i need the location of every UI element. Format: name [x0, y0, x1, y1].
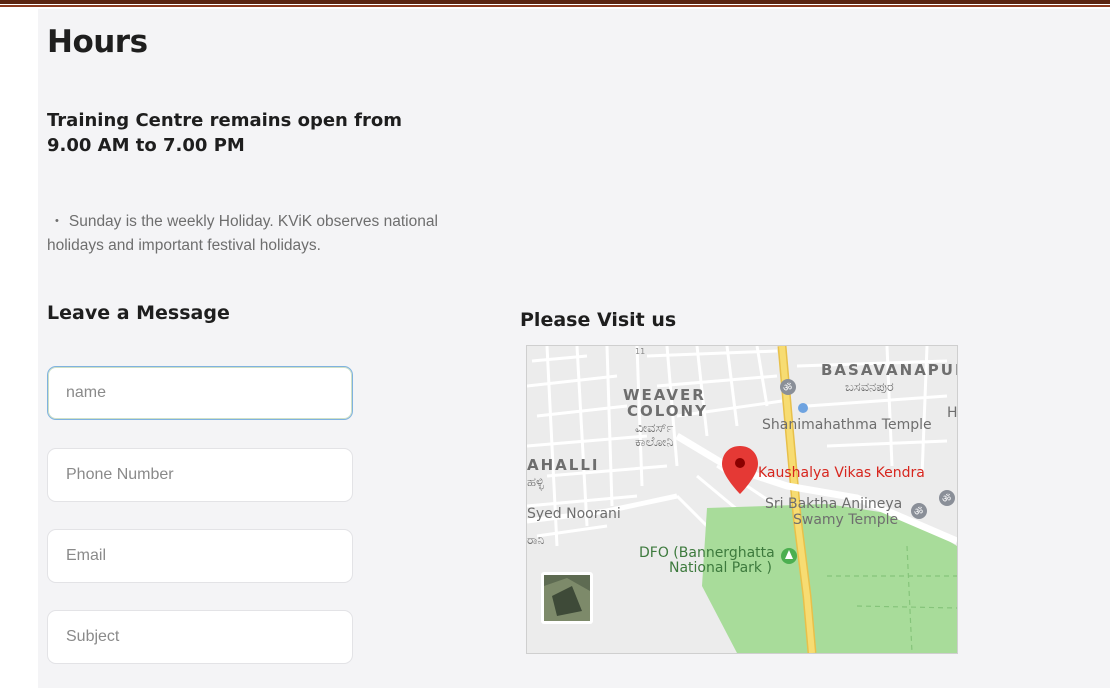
- opening-hours-line1: Training Centre remains open from: [47, 110, 402, 131]
- bullet-icon: •: [55, 215, 59, 227]
- basavanapura-kannada-label: ಬಸವನಪುರ: [845, 380, 894, 395]
- leave-message-title: Leave a Message: [47, 302, 230, 324]
- phone-input[interactable]: [47, 448, 353, 502]
- halli-kannada-label: ಹಳ್ಳಿ: [527, 475, 544, 490]
- satellite-toggle-button[interactable]: [541, 572, 593, 624]
- temple-pin-icon-2[interactable]: ॐ: [939, 490, 955, 506]
- anjineya-pin-icon[interactable]: ॐ: [911, 503, 927, 519]
- temple-label: Shanimahathma Temple: [762, 417, 932, 433]
- visit-title: Please Visit us: [520, 309, 677, 331]
- location-map[interactable]: 11 BASAVANAPUI ಬಸವನಪುರ WEAVER COLONY ವೀವ…: [526, 345, 958, 654]
- top-border: [0, 0, 1110, 4]
- road-number-label: 11: [635, 347, 645, 356]
- dfo-label-line2: National Park ): [669, 560, 772, 576]
- anjineya-label-line2: Swamy Temple: [793, 512, 898, 528]
- temple-pin-icon[interactable]: ॐ: [780, 379, 796, 395]
- colony-label: COLONY: [627, 402, 708, 420]
- opening-hours-line2: 9.00 AM to 7.00 PM: [47, 135, 245, 156]
- hours-title: Hours: [47, 24, 148, 60]
- syed-kannada-label: ರಾನಿ: [527, 533, 545, 547]
- h-label: H: [947, 405, 957, 421]
- top-border-accent: [0, 5, 1110, 7]
- map-canvas[interactable]: 11 BASAVANAPUI ಬಸವನಪುರ WEAVER COLONY ವೀವ…: [527, 346, 957, 653]
- holiday-note: • Sunday is the weekly Holiday. KViK obse…: [47, 209, 467, 258]
- syed-noorani-label: Syed Noorani: [527, 506, 621, 522]
- water-dot-icon: [798, 403, 808, 413]
- anjineya-label-line1: Sri Baktha Anjineya: [765, 496, 902, 512]
- park-pin-icon[interactable]: [781, 548, 797, 564]
- email-input[interactable]: [47, 529, 353, 583]
- svg-text:ॐ: ॐ: [783, 382, 792, 394]
- name-input[interactable]: [47, 366, 353, 420]
- dfo-label-line1: DFO (Bannerghatta: [639, 545, 775, 561]
- halli-label: AHALLI: [527, 456, 599, 474]
- subject-input[interactable]: [47, 610, 353, 664]
- basavanapura-label: BASAVANAPUI: [821, 361, 957, 379]
- kendra-label: Kaushalya Vikas Kendra: [758, 465, 925, 481]
- svg-text:ॐ: ॐ: [914, 506, 923, 518]
- holiday-text: Sunday is the weekly Holiday. KViK obser…: [47, 213, 438, 254]
- svg-text:ॐ: ॐ: [942, 493, 951, 505]
- opening-hours: Training Centre remains open from 9.00 A…: [47, 108, 477, 158]
- colony-kannada-label: ಕಾಲೋನಿ: [635, 435, 674, 450]
- weaver-kannada-label: ವೀವರ್ಸ್: [635, 421, 674, 436]
